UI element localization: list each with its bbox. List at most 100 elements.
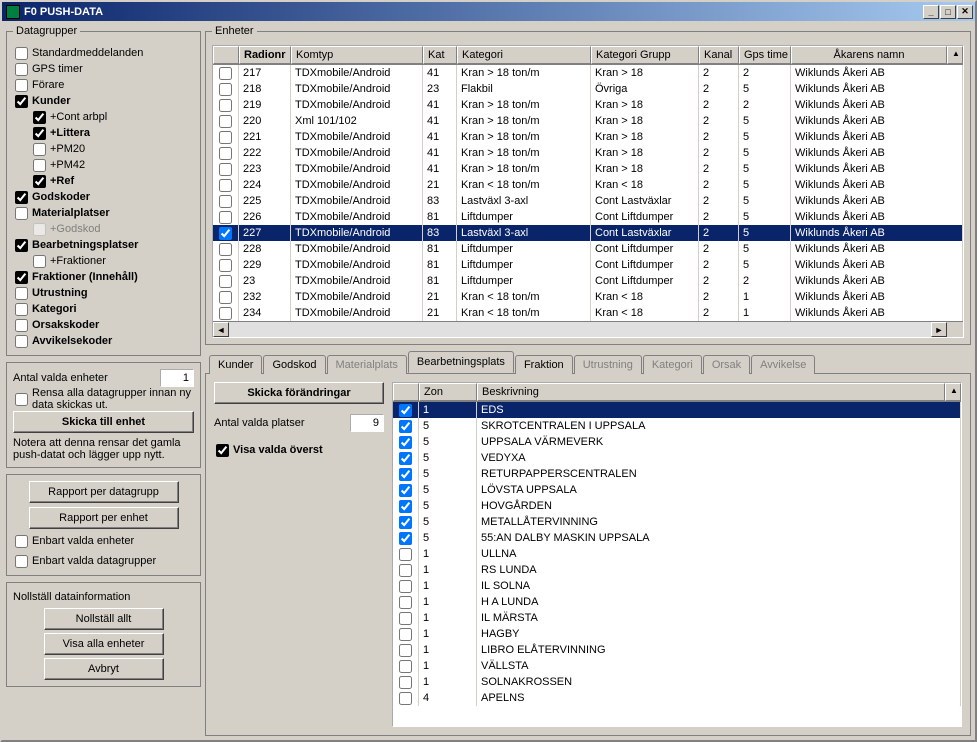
- datagrupp-checkbox[interactable]: [33, 175, 46, 188]
- enheter-row[interactable]: 220Xml 101/10241Kran > 18 ton/mKran > 18…: [213, 113, 963, 129]
- datagrupp-item[interactable]: Fraktioner (Innehåll): [13, 269, 194, 285]
- enheter-row-checkbox[interactable]: [219, 115, 232, 128]
- tab-fraktion[interactable]: Fraktion: [515, 355, 573, 374]
- platser-row[interactable]: 1IL SOLNA: [393, 578, 961, 594]
- enheter-col-header[interactable]: Kat: [423, 46, 457, 64]
- enheter-row-checkbox[interactable]: [219, 259, 232, 272]
- tab-bearbetningsplats[interactable]: Bearbetningsplats: [408, 351, 514, 373]
- minimize-button[interactable]: _: [923, 5, 939, 19]
- enheter-row-checkbox[interactable]: [219, 243, 232, 256]
- platser-row[interactable]: 5METALLÅTERVINNING: [393, 514, 961, 530]
- datagrupp-item[interactable]: +PM42: [13, 157, 194, 173]
- datagrupp-checkbox[interactable]: [33, 127, 46, 140]
- skicka-forandringar-button[interactable]: Skicka förändringar: [214, 382, 384, 404]
- enheter-row-checkbox[interactable]: [219, 275, 232, 288]
- datagrupp-item[interactable]: GPS timer: [13, 61, 194, 77]
- datagrupp-checkbox[interactable]: [33, 111, 46, 124]
- datagrupp-item[interactable]: Materialplatser: [13, 205, 194, 221]
- scroll-left-icon[interactable]: ◄: [213, 322, 229, 337]
- datagrupp-checkbox[interactable]: [33, 255, 46, 268]
- platser-row-checkbox[interactable]: [399, 612, 412, 625]
- scroll-up-icon[interactable]: ▲: [947, 46, 963, 64]
- platser-row[interactable]: 5VEDYXA: [393, 450, 961, 466]
- platser-row-checkbox[interactable]: [399, 596, 412, 609]
- datagrupp-checkbox[interactable]: [15, 319, 28, 332]
- platser-row[interactable]: 5SKROTCENTRALEN I UPPSALA: [393, 418, 961, 434]
- enheter-row[interactable]: 225TDXmobile/Android83Lastväxl 3-axlCont…: [213, 193, 963, 209]
- platser-row-checkbox[interactable]: [399, 580, 412, 593]
- platser-row-checkbox[interactable]: [399, 516, 412, 529]
- platser-row-checkbox[interactable]: [399, 692, 412, 705]
- platser-row-checkbox[interactable]: [399, 436, 412, 449]
- enbart-valda-enheter-checkbox[interactable]: [15, 535, 28, 548]
- enheter-row[interactable]: 229TDXmobile/Android81LiftdumperCont Lif…: [213, 257, 963, 273]
- enheter-row-checkbox[interactable]: [219, 307, 232, 320]
- datagrupp-item[interactable]: +Littera: [13, 125, 194, 141]
- avbryt-button[interactable]: Avbryt: [44, 658, 164, 680]
- datagrupp-item[interactable]: Godskoder: [13, 189, 194, 205]
- rapport-per-datagrupp-button[interactable]: Rapport per datagrupp: [29, 481, 179, 503]
- datagrupp-checkbox[interactable]: [15, 63, 28, 76]
- enheter-row[interactable]: 217TDXmobile/Android41Kran > 18 ton/mKra…: [213, 65, 963, 81]
- enheter-row-checkbox[interactable]: [219, 147, 232, 160]
- platser-row[interactable]: 555:AN DALBY MASKIN UPPSALA: [393, 530, 961, 546]
- skicka-till-enhet-button[interactable]: Skicka till enhet: [13, 411, 194, 433]
- enheter-row[interactable]: 227TDXmobile/Android83Lastväxl 3-axlCont…: [213, 225, 963, 241]
- enheter-row-checkbox[interactable]: [219, 131, 232, 144]
- platser-row-checkbox[interactable]: [399, 532, 412, 545]
- platser-row-checkbox[interactable]: [399, 452, 412, 465]
- platser-row-checkbox[interactable]: [399, 644, 412, 657]
- tab-godskod[interactable]: Godskod: [263, 355, 325, 374]
- platser-row[interactable]: 1SOLNAKROSSEN: [393, 674, 961, 690]
- maximize-button[interactable]: □: [940, 5, 956, 19]
- datagrupp-checkbox[interactable]: [15, 303, 28, 316]
- rapport-per-enhet-button[interactable]: Rapport per enhet: [29, 507, 179, 529]
- platser-row[interactable]: 1H A LUNDA: [393, 594, 961, 610]
- datagrupp-item[interactable]: Avvikelsekoder: [13, 333, 194, 349]
- platser-row-checkbox[interactable]: [399, 404, 412, 417]
- datagrupp-item[interactable]: Kunder: [13, 93, 194, 109]
- platser-row[interactable]: 1RS LUNDA: [393, 562, 961, 578]
- platser-row[interactable]: 5UPPSALA VÄRMEVERK: [393, 434, 961, 450]
- datagrupp-item[interactable]: +Ref: [13, 173, 194, 189]
- enheter-row[interactable]: 222TDXmobile/Android41Kran > 18 ton/mKra…: [213, 145, 963, 161]
- enheter-row-checkbox[interactable]: [219, 211, 232, 224]
- datagrupp-item[interactable]: Förare: [13, 77, 194, 93]
- datagrupp-item[interactable]: Orsakskoder: [13, 317, 194, 333]
- datagrupp-item[interactable]: +Godskod: [13, 221, 194, 237]
- datagrupp-item[interactable]: Kategori: [13, 301, 194, 317]
- datagrupp-checkbox[interactable]: [33, 159, 46, 172]
- enheter-col-header[interactable]: Radionr: [239, 46, 291, 64]
- datagrupp-checkbox[interactable]: [15, 335, 28, 348]
- platser-row[interactable]: 1EDS: [393, 402, 961, 418]
- antal-valda-enheter-value[interactable]: [160, 369, 194, 387]
- antal-valda-platser-value[interactable]: [350, 414, 384, 432]
- enheter-row-checkbox[interactable]: [219, 179, 232, 192]
- datagrupp-checkbox[interactable]: [15, 79, 28, 92]
- datagrupp-checkbox[interactable]: [15, 287, 28, 300]
- enheter-row[interactable]: 224TDXmobile/Android21Kran < 18 ton/mKra…: [213, 177, 963, 193]
- platser-row[interactable]: 5HOVGÅRDEN: [393, 498, 961, 514]
- platser-row[interactable]: 5RETURPAPPERSCENTRALEN: [393, 466, 961, 482]
- enheter-row-checkbox[interactable]: [219, 99, 232, 112]
- datagrupp-item[interactable]: Standardmeddelanden: [13, 45, 194, 61]
- enheter-col-header[interactable]: Gps time: [739, 46, 791, 64]
- datagrupp-checkbox[interactable]: [15, 47, 28, 60]
- platser-row[interactable]: 1IL MÄRSTA: [393, 610, 961, 626]
- enheter-row[interactable]: 232TDXmobile/Android21Kran < 18 ton/mKra…: [213, 289, 963, 305]
- enheter-col-header[interactable]: Kategori: [457, 46, 591, 64]
- datagrupp-item[interactable]: +Fraktioner: [13, 253, 194, 269]
- enheter-row-checkbox[interactable]: [219, 291, 232, 304]
- platser-row-checkbox[interactable]: [399, 484, 412, 497]
- enbart-valda-datagrupper-checkbox[interactable]: [15, 555, 28, 568]
- close-button[interactable]: ✕: [957, 5, 973, 19]
- platser-row[interactable]: 4APELNS: [393, 690, 961, 706]
- enheter-row-checkbox[interactable]: [219, 67, 232, 80]
- enheter-row-checkbox[interactable]: [219, 83, 232, 96]
- enheter-hscroll[interactable]: ◄ ►: [213, 321, 963, 337]
- enheter-row-checkbox[interactable]: [219, 195, 232, 208]
- platser-row-checkbox[interactable]: [399, 420, 412, 433]
- platser-row-checkbox[interactable]: [399, 660, 412, 673]
- enheter-col-header[interactable]: Kanal: [699, 46, 739, 64]
- platser-row[interactable]: 5LÖVSTA UPPSALA: [393, 482, 961, 498]
